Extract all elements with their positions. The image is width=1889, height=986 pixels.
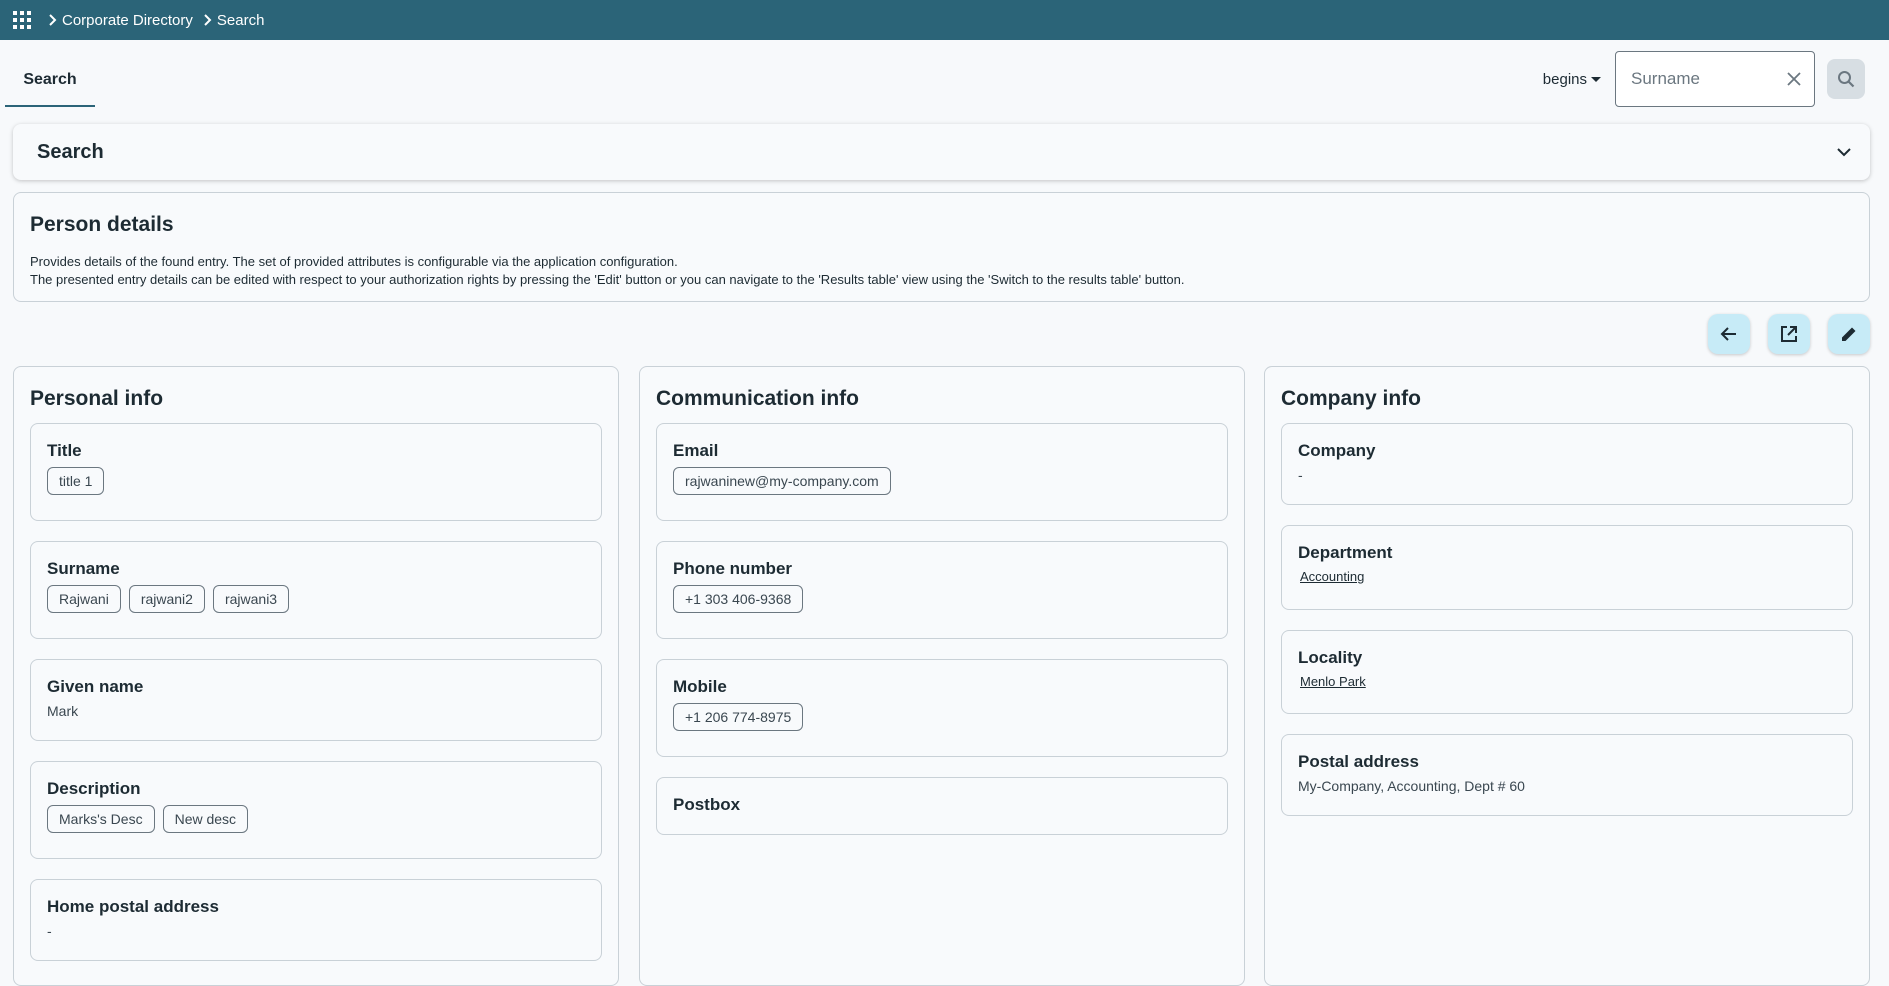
given-name-value: Mark — [47, 703, 79, 719]
back-button[interactable] — [1708, 314, 1750, 354]
mobile-field: Mobile +1 206 774-8975 — [656, 659, 1228, 757]
postbox-field: Postbox — [656, 777, 1228, 835]
description-chip: New desc — [162, 805, 249, 833]
app-grid-icon — [13, 11, 31, 29]
title-field: Title title 1 — [30, 423, 602, 521]
breadcrumb: Corporate Directory Search — [44, 11, 270, 29]
tab-bar: Search begins — [0, 40, 1889, 112]
caret-down-icon — [1591, 76, 1601, 82]
department-link[interactable]: Accounting — [1300, 569, 1836, 584]
arrow-left-icon — [1720, 327, 1736, 341]
mobile-label: Mobile — [673, 677, 727, 696]
locality-link[interactable]: Menlo Park — [1300, 674, 1836, 689]
department-label: Department — [1298, 543, 1393, 562]
surname-label: Surname — [47, 559, 120, 578]
postal-address-field: Postal address My-Company, Accounting, D… — [1281, 734, 1853, 816]
postbox-label: Postbox — [673, 795, 741, 814]
surname-chip: rajwani2 — [128, 585, 205, 613]
company-value: - — [1298, 467, 1303, 483]
tab-search[interactable]: Search — [5, 67, 95, 107]
email-label: Email — [673, 441, 719, 460]
search-accordion[interactable]: Search — [13, 124, 1870, 180]
communication-info-title: Communication info — [656, 387, 859, 410]
department-field: Department Accounting — [1281, 525, 1853, 610]
personal-info-panel: Personal info Title title 1 Surname Rajw… — [13, 366, 619, 986]
person-details-card: Person details Provides details of the f… — [13, 192, 1870, 302]
chevron-right-icon — [44, 11, 62, 29]
page-title: Person details — [30, 213, 174, 236]
description-field: Description Marks's Desc New desc — [30, 761, 602, 859]
app-launcher-button[interactable] — [0, 0, 44, 40]
search-button[interactable] — [1827, 59, 1865, 99]
open-external-icon — [1781, 326, 1797, 342]
edit-button[interactable] — [1828, 314, 1870, 354]
personal-info-title: Personal info — [30, 387, 164, 410]
postal-address-label: Postal address — [1298, 752, 1419, 771]
switch-to-results-table-button[interactable] — [1768, 314, 1810, 354]
search-icon — [1838, 71, 1855, 88]
close-icon[interactable] — [1784, 69, 1804, 89]
company-field: Company - — [1281, 423, 1853, 505]
given-name-label: Given name — [47, 677, 144, 696]
company-info-title: Company info — [1281, 387, 1421, 410]
mobile-chip: +1 206 774-8975 — [673, 703, 804, 731]
match-mode-dropdown[interactable]: begins — [1543, 71, 1601, 88]
locality-field: Locality Menlo Park — [1281, 630, 1853, 714]
locality-label: Locality — [1298, 648, 1363, 667]
search-input[interactable] — [1631, 69, 1791, 89]
details-description-line-2: The presented entry details can be edite… — [30, 272, 1185, 287]
phone-number-label: Phone number — [673, 559, 793, 578]
email-chip: rajwaninew@my-company.com — [673, 467, 891, 495]
communication-info-panel: Communication info Email rajwaninew@my-c… — [639, 366, 1245, 986]
edit-pencil-icon — [1842, 327, 1856, 341]
title-label: Title — [47, 441, 82, 460]
postal-address-value: My-Company, Accounting, Dept # 60 — [1298, 778, 1525, 794]
details-description-line-1: Provides details of the found entry. The… — [30, 254, 678, 269]
home-postal-address-value: - — [47, 923, 52, 939]
company-label: Company — [1298, 441, 1376, 460]
company-info-panel: Company info Company - Department Accoun… — [1264, 366, 1870, 986]
match-mode-label: begins — [1542, 70, 1587, 88]
accordion-title: Search — [37, 140, 104, 163]
phone-number-chip: +1 303 406-9368 — [673, 585, 804, 613]
chevron-right-icon — [199, 11, 217, 29]
home-postal-address-label: Home postal address — [47, 897, 219, 916]
description-chip: Marks's Desc — [47, 805, 155, 833]
title-chip: title 1 — [47, 467, 105, 495]
surname-chip: Rajwani — [47, 585, 121, 613]
surname-field: Surname Rajwani rajwani2 rajwani3 — [30, 541, 602, 639]
search-box — [1615, 51, 1815, 107]
surname-chip: rajwani3 — [212, 585, 290, 613]
chevron-down-icon — [1837, 148, 1851, 157]
phone-number-field: Phone number +1 303 406-9368 — [656, 541, 1228, 639]
breadcrumb-search[interactable]: Search — [217, 12, 265, 29]
given-name-field: Given name Mark — [30, 659, 602, 741]
search-controls: begins — [1543, 51, 1865, 107]
description-label: Description — [47, 779, 141, 798]
top-bar: Corporate Directory Search — [0, 0, 1889, 40]
email-field: Email rajwaninew@my-company.com — [656, 423, 1228, 521]
action-buttons — [1690, 314, 1870, 354]
breadcrumb-corporate-directory[interactable]: Corporate Directory — [62, 12, 193, 29]
home-postal-address-field: Home postal address - — [30, 879, 602, 961]
